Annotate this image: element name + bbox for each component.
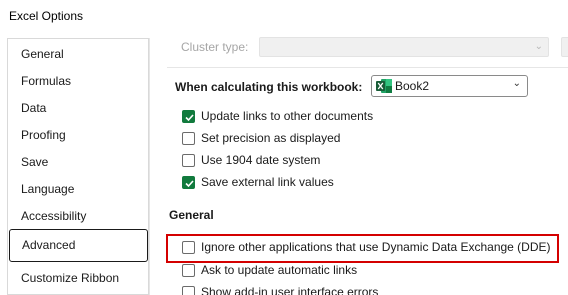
sidebar-item-accessibility[interactable]: Accessibility xyxy=(8,203,150,229)
excel-workbook-icon xyxy=(376,79,392,93)
general-section-heading: General xyxy=(169,208,214,222)
sidebar-item-advanced[interactable]: Advanced xyxy=(9,229,148,262)
option-label: Update links to other documents xyxy=(201,109,374,123)
sidebar-item-general[interactable]: General xyxy=(8,41,150,67)
option-update-links[interactable]: Update links to other documents xyxy=(182,107,373,125)
options-sidebar: General Formulas Data Proofing Save Lang… xyxy=(7,38,149,295)
option-ignore-dde[interactable]: Ignore other applications that use Dynam… xyxy=(182,238,551,256)
sidebar-item-customize-ribbon[interactable]: Customize Ribbon xyxy=(8,265,150,291)
workbook-select-value: Book2 xyxy=(395,79,430,93)
option-set-precision[interactable]: Set precision as displayed xyxy=(182,129,340,147)
advanced-options-panel: Cluster type: ⌄ When calculating this wo… xyxy=(150,34,568,295)
workbook-select[interactable]: Book2 ⌄ xyxy=(371,75,528,97)
cluster-type-label: Cluster type: xyxy=(181,40,249,54)
option-label: Use 1904 date system xyxy=(201,153,321,167)
checkbox-set-precision[interactable] xyxy=(182,131,195,145)
option-label: Ask to update automatic links xyxy=(201,263,358,277)
option-label: Set precision as displayed xyxy=(201,131,341,145)
option-1904-date-system[interactable]: Use 1904 date system xyxy=(182,151,320,169)
sidebar-item-language[interactable]: Language xyxy=(8,176,150,202)
checkbox-show-addin-errors[interactable] xyxy=(182,285,195,295)
sidebar-item-save[interactable]: Save xyxy=(8,149,150,175)
checkbox-update-links[interactable] xyxy=(182,109,195,123)
option-label: Save external link values xyxy=(201,175,334,189)
chevron-down-icon: ⌄ xyxy=(512,78,521,89)
checkbox-ask-update-links[interactable] xyxy=(182,263,195,277)
option-show-addin-errors[interactable]: Show add-in user interface errors xyxy=(182,283,378,295)
option-ask-update-links[interactable]: Ask to update automatic links xyxy=(182,261,357,279)
sidebar-item-data[interactable]: Data xyxy=(8,95,150,121)
chevron-down-icon: ⌄ xyxy=(534,41,543,52)
cluster-type-select: ⌄ xyxy=(259,37,549,57)
cluster-options-button xyxy=(561,37,568,57)
option-save-external-link-values[interactable]: Save external link values xyxy=(182,173,334,191)
title-bar: Excel Options xyxy=(0,0,568,34)
checkbox-1904-date-system[interactable] xyxy=(182,153,195,167)
section-divider xyxy=(167,67,568,68)
sidebar-item-proofing[interactable]: Proofing xyxy=(8,122,150,148)
option-label: Ignore other applications that use Dynam… xyxy=(201,240,551,254)
sidebar-item-formulas[interactable]: Formulas xyxy=(8,68,150,94)
window-title: Excel Options xyxy=(9,9,84,23)
checkbox-ignore-dde[interactable] xyxy=(182,240,195,254)
option-label: Show add-in user interface errors xyxy=(201,285,379,295)
checkbox-save-external-link-values[interactable] xyxy=(182,175,195,189)
calculating-workbook-label: When calculating this workbook: xyxy=(175,80,363,94)
